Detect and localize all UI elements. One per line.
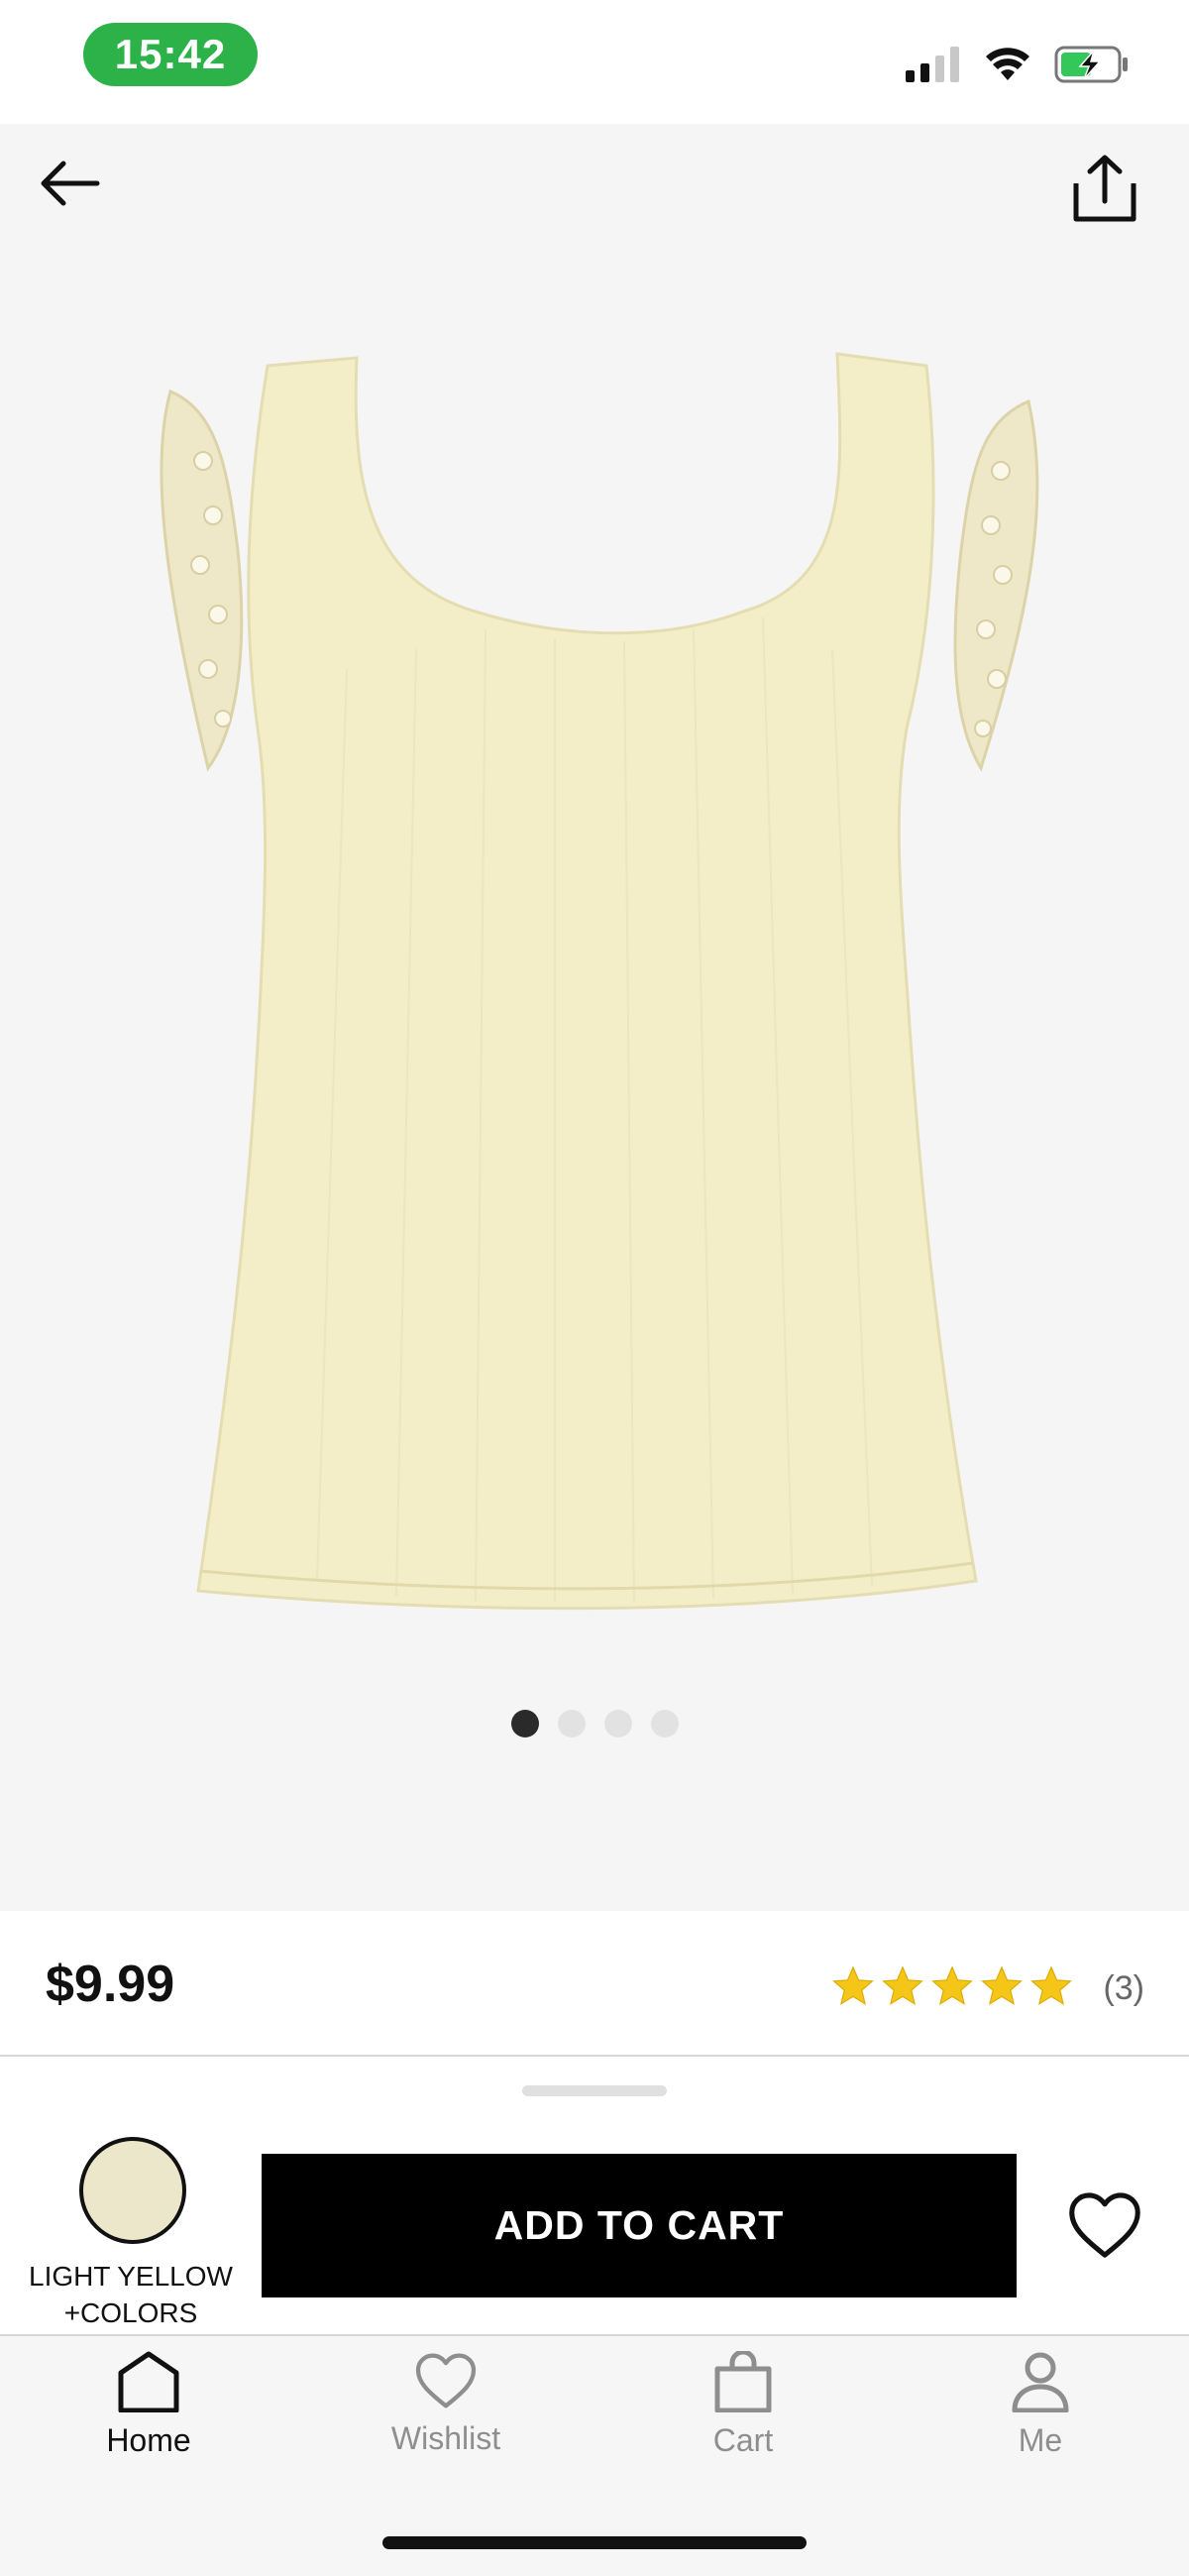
pagination-dot-3[interactable] <box>603 1710 632 1737</box>
more-colors: +COLORS <box>63 2297 198 2328</box>
color-name: LIGHT YELLOW <box>29 2261 233 2292</box>
status-icons <box>906 40 1130 89</box>
home-icon <box>118 2351 179 2412</box>
rating-count: (3) <box>1103 1969 1144 2007</box>
tab-me-label: Me <box>1018 2422 1063 2458</box>
tab-me[interactable]: Me <box>892 2351 1189 2480</box>
star-icon <box>980 1964 1024 2013</box>
sheet-grabber-handle[interactable] <box>522 2085 667 2096</box>
share-icon <box>1073 155 1136 222</box>
share-button[interactable] <box>1060 149 1149 228</box>
person-icon <box>1012 2352 1069 2412</box>
product-image[interactable] <box>149 352 1050 1690</box>
battery-charging-icon <box>1054 46 1128 83</box>
back-button[interactable] <box>30 149 109 218</box>
tab-wishlist-label: Wishlist <box>390 2420 501 2456</box>
bag-icon <box>714 2351 772 2412</box>
pagination-dot-4[interactable] <box>650 1710 679 1737</box>
home-indicator <box>382 2536 807 2549</box>
add-to-cart-button[interactable]: ADD TO CART <box>262 2154 1017 2297</box>
tab-cart-label: Cart <box>712 2422 774 2458</box>
heart-icon <box>1069 2192 1140 2258</box>
star-icon <box>1029 1964 1073 2013</box>
pagination-dot-1[interactable] <box>510 1710 539 1737</box>
tab-cart[interactable]: Cart <box>594 2351 892 2480</box>
wifi-icon <box>986 48 1029 80</box>
color-label[interactable]: LIGHT YELLOW +COLORS <box>20 2258 242 2331</box>
star-icon <box>930 1964 974 2013</box>
signal-icon <box>906 47 959 82</box>
product-price: $9.99 <box>46 1956 175 2013</box>
arrow-left-icon <box>41 161 100 206</box>
star-icon <box>881 1964 924 2013</box>
image-pagination <box>0 1710 1189 1737</box>
add-to-wishlist-button[interactable] <box>1060 2181 1149 2270</box>
product-rating[interactable]: (3) <box>831 1964 1144 2013</box>
status-bar: 15:42 <box>0 0 1189 124</box>
tab-home-label: Home <box>106 2422 191 2458</box>
tab-wishlist[interactable]: Wishlist <box>297 2351 594 2480</box>
pagination-dot-2[interactable] <box>557 1710 586 1737</box>
star-icon <box>831 1964 875 2013</box>
tab-home[interactable]: Home <box>0 2351 297 2480</box>
color-swatch[interactable] <box>79 2137 186 2244</box>
heart-icon <box>415 2353 477 2408</box>
status-time: 15:42 <box>83 23 258 86</box>
